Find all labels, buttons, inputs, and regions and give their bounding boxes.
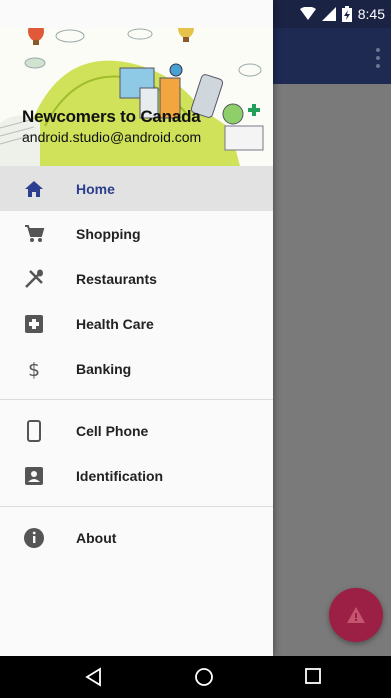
menu-divider xyxy=(0,506,273,507)
menu-item-label: Home xyxy=(76,180,115,197)
battery-charging-icon xyxy=(341,6,352,22)
menu-item-about[interactable]: About xyxy=(0,515,273,560)
info-icon xyxy=(24,528,44,548)
menu-item-label: Restaurants xyxy=(76,270,157,287)
menu-item-label: Banking xyxy=(76,360,132,377)
warning-icon xyxy=(347,607,365,623)
cell-phone-icon xyxy=(27,420,41,442)
drawer-header: Newcomers to Canada android.studio@andro… xyxy=(0,28,273,166)
status-time: 8:45 xyxy=(357,6,385,22)
signal-icon xyxy=(321,7,336,21)
menu-item-label: Cell Phone xyxy=(76,422,149,439)
health-care-icon xyxy=(25,315,43,333)
menu-item-label: About xyxy=(76,529,117,546)
overflow-menu-icon[interactable] xyxy=(375,48,381,68)
svg-text:$: $ xyxy=(28,359,40,380)
menu-item-shopping[interactable]: Shopping xyxy=(0,211,273,256)
menu-item-identification[interactable]: Identification xyxy=(0,453,273,498)
menu-item-banking[interactable]: $ Banking xyxy=(0,346,273,391)
drawer-menu: Home Shopping Restaurants Health Care $ … xyxy=(0,166,273,560)
menu-item-restaurants[interactable]: Restaurants xyxy=(0,256,273,301)
navigation-drawer: Newcomers to Canada android.studio@andro… xyxy=(0,0,273,656)
restaurant-icon xyxy=(25,269,43,288)
recents-icon[interactable] xyxy=(304,667,322,685)
menu-item-label: Identification xyxy=(76,467,164,484)
floating-action-button[interactable] xyxy=(329,588,383,642)
home-button-icon[interactable] xyxy=(194,667,214,687)
header-subtitle: android.studio@android.com xyxy=(22,129,202,145)
menu-divider xyxy=(0,399,273,400)
menu-item-label: Health Care xyxy=(76,315,154,332)
back-icon[interactable] xyxy=(84,667,102,687)
home-icon xyxy=(25,181,43,197)
menu-item-home[interactable]: Home xyxy=(0,166,273,211)
menu-item-health-care[interactable]: Health Care xyxy=(0,301,273,346)
menu-item-cell-phone[interactable]: Cell Phone xyxy=(0,408,273,453)
system-nav-bar xyxy=(0,656,391,698)
wifi-icon xyxy=(299,7,316,20)
header-title: Newcomers to Canada xyxy=(22,107,201,126)
shopping-cart-icon xyxy=(25,225,45,242)
id-card-icon xyxy=(25,467,43,485)
header-illustration xyxy=(0,28,264,166)
menu-item-label: Shopping xyxy=(76,225,141,242)
dollar-icon: $ xyxy=(28,359,40,380)
